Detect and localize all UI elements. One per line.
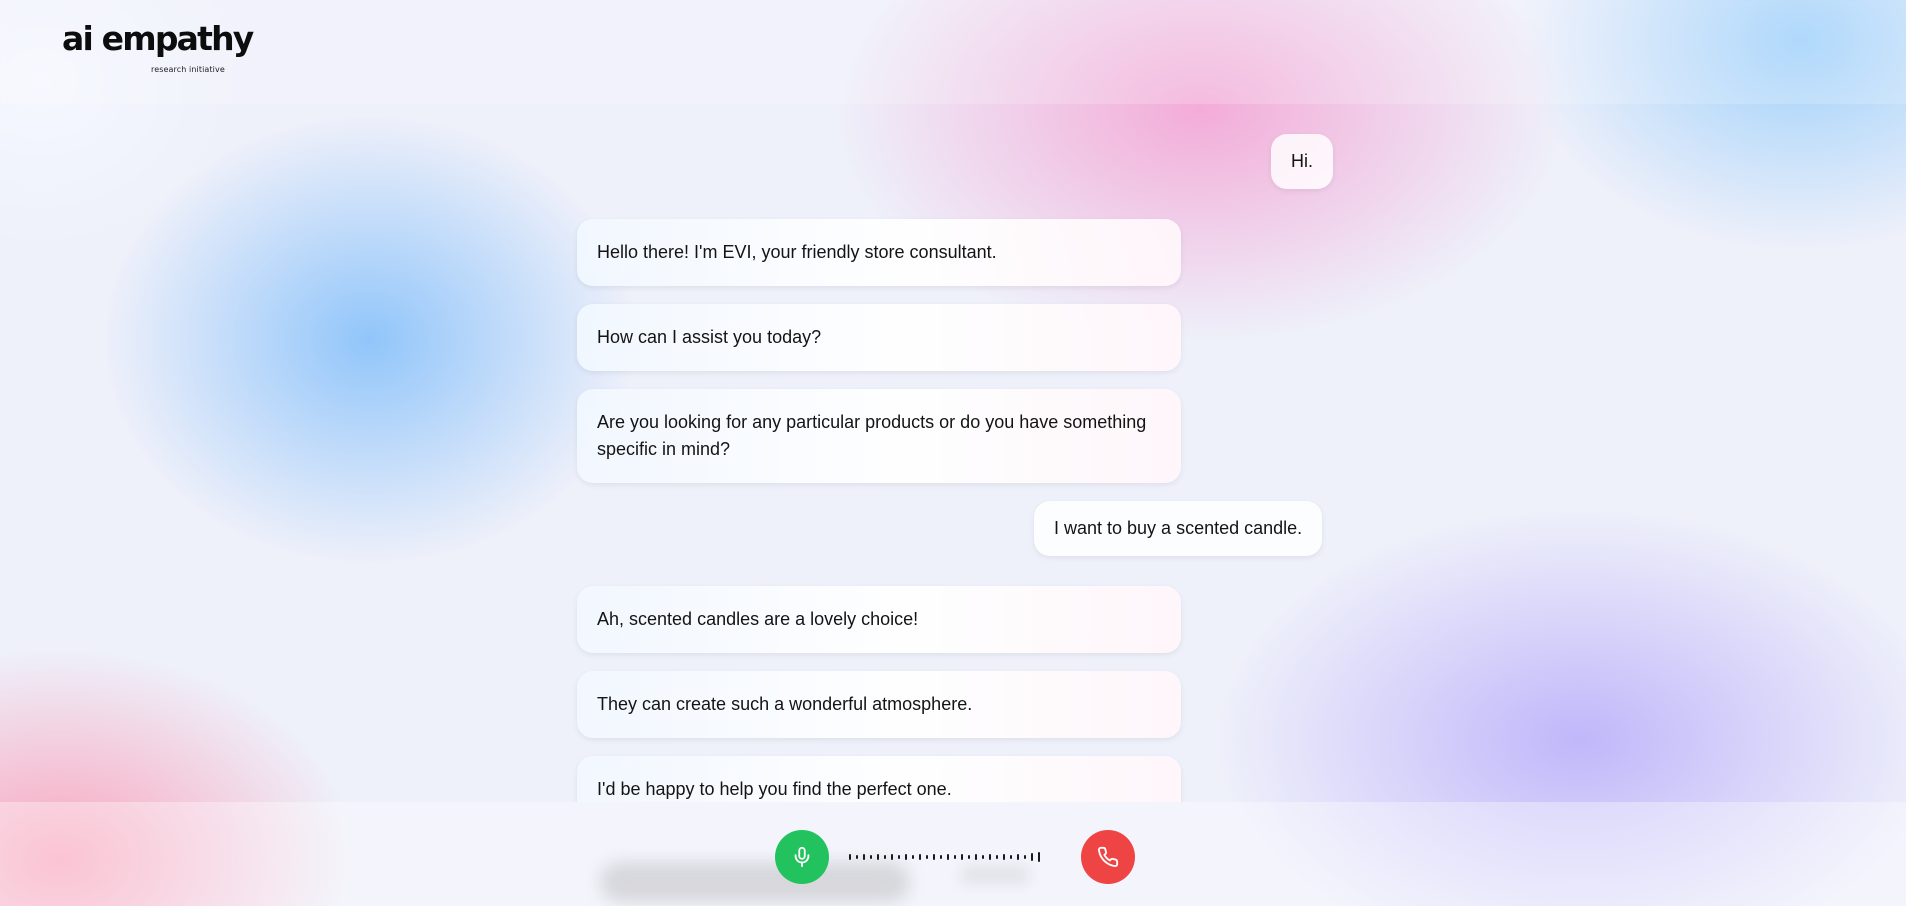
waveform-bar	[912, 855, 914, 859]
phone-hangup-icon	[1098, 846, 1119, 867]
waveform-bar	[1024, 855, 1026, 859]
user-message: Hi.	[1271, 134, 1333, 189]
waveform-bar	[926, 855, 928, 859]
waveform-bar	[954, 855, 956, 859]
assistant-message: I'd be happy to help you find the perfec…	[577, 756, 1181, 802]
waveform-bar	[989, 854, 991, 860]
waveform-bar	[940, 855, 942, 859]
waveform-bar	[975, 854, 977, 860]
chat-transcript[interactable]: Hi. Hello there! I'm EVI, your friendly …	[0, 104, 1906, 802]
waveform-bar	[891, 854, 893, 860]
waveform-bar	[905, 854, 907, 860]
waveform-bar	[884, 855, 886, 859]
waveform-bar	[877, 854, 879, 860]
call-controls-bar	[0, 802, 1906, 906]
waveform-bar	[933, 854, 935, 860]
waveform-bar	[982, 855, 984, 859]
waveform-bar	[898, 855, 900, 859]
assistant-message: Hello there! I'm EVI, your friendly stor…	[577, 219, 1181, 286]
waveform-bar	[1017, 854, 1019, 860]
waveform-bar	[870, 855, 872, 859]
waveform-bar	[996, 855, 998, 859]
audio-waveform	[849, 847, 1065, 867]
assistant-message: How can I assist you today?	[577, 304, 1181, 371]
assistant-message: Are you looking for any particular produ…	[577, 389, 1181, 483]
waveform-bar	[1010, 855, 1012, 859]
waveform-bar	[968, 855, 970, 859]
waveform-bar	[919, 854, 921, 860]
waveform-bar	[1003, 854, 1005, 860]
microphone-button[interactable]	[775, 830, 829, 884]
microphone-icon	[794, 846, 810, 868]
waveform-bar	[849, 854, 851, 860]
end-call-button[interactable]	[1081, 830, 1135, 884]
top-bar: ai empathy research initiative	[0, 0, 1906, 104]
logo: ai empathy research initiative	[62, 22, 262, 82]
call-controls	[775, 830, 1135, 884]
user-message: I want to buy a scented candle.	[1034, 501, 1323, 556]
logo-subtitle: research initiative	[151, 65, 225, 74]
waveform-bar	[863, 854, 865, 860]
waveform-bar	[1038, 852, 1040, 862]
waveform-bar	[1031, 853, 1033, 861]
waveform-bar	[856, 855, 858, 859]
waveform-bar	[947, 854, 949, 860]
logo-wordmark: ai empathy	[62, 19, 254, 58]
assistant-message: They can create such a wonderful atmosph…	[577, 671, 1181, 738]
assistant-message: Ah, scented candles are a lovely choice!	[577, 586, 1181, 653]
waveform-bar	[961, 854, 963, 860]
